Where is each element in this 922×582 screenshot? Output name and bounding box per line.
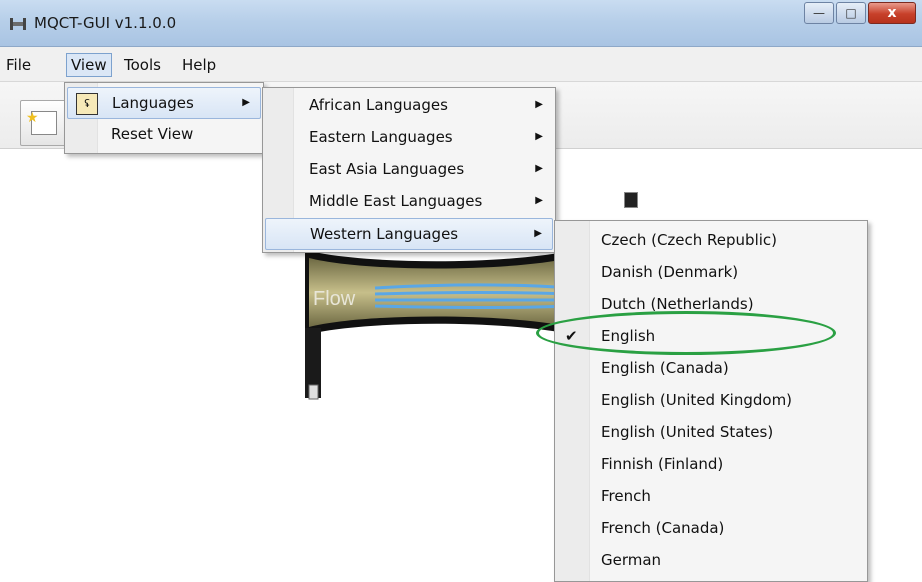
menu-item-languages[interactable]: ʢ Languages ▶ bbox=[67, 87, 261, 119]
new-document-icon bbox=[26, 110, 57, 135]
node-connector bbox=[624, 192, 638, 208]
close-button[interactable]: x bbox=[868, 2, 916, 24]
window-controls: — □ x bbox=[802, 2, 916, 24]
western-languages-submenu: Czech (Czech Republic) Danish (Denmark) … bbox=[554, 220, 868, 582]
chevron-right-icon: ▶ bbox=[535, 131, 543, 142]
menu-bar: File View Tools Help bbox=[0, 47, 922, 82]
app-icon bbox=[10, 18, 26, 30]
chevron-right-icon: ▶ bbox=[534, 228, 542, 239]
language-item[interactable]: German bbox=[557, 545, 865, 575]
language-item[interactable]: Czech (Czech Republic) bbox=[557, 225, 865, 255]
menu-item-western-languages[interactable]: Western Languages ▶ bbox=[265, 218, 553, 250]
languages-icon: ʢ bbox=[76, 93, 98, 115]
flow-graphic: Flow bbox=[305, 250, 575, 400]
app-window: MQCT-GUI v1.1.0.0 — □ x File View Tools … bbox=[0, 0, 922, 582]
menu-item-eastern-languages[interactable]: Eastern Languages ▶ bbox=[265, 122, 553, 152]
menu-help[interactable]: Help bbox=[178, 54, 220, 76]
language-item[interactable]: French (Canada) bbox=[557, 513, 865, 543]
menu-item-reset-view[interactable]: Reset View bbox=[67, 119, 261, 149]
window-title: MQCT-GUI v1.1.0.0 bbox=[34, 14, 177, 32]
view-menu: ʢ Languages ▶ Reset View bbox=[64, 82, 264, 154]
maximize-button[interactable]: □ bbox=[836, 2, 866, 24]
language-item[interactable]: French bbox=[557, 481, 865, 511]
language-item[interactable]: Finnish (Finland) bbox=[557, 449, 865, 479]
menu-item-african-languages[interactable]: African Languages ▶ bbox=[265, 90, 553, 120]
minimize-button[interactable]: — bbox=[804, 2, 834, 24]
languages-submenu: African Languages ▶ Eastern Languages ▶ … bbox=[262, 87, 556, 253]
chevron-right-icon: ▶ bbox=[242, 97, 250, 108]
language-item[interactable]: English (United Kingdom) bbox=[557, 385, 865, 415]
chevron-right-icon: ▶ bbox=[535, 195, 543, 206]
chevron-right-icon: ▶ bbox=[535, 163, 543, 174]
annotation-ellipse bbox=[536, 311, 836, 355]
menu-item-middle-east-languages[interactable]: Middle East Languages ▶ bbox=[265, 186, 553, 216]
language-item[interactable]: Danish (Denmark) bbox=[557, 257, 865, 287]
menu-view[interactable]: View bbox=[66, 53, 112, 77]
chevron-right-icon: ▶ bbox=[535, 99, 543, 110]
menu-tools[interactable]: Tools bbox=[120, 54, 165, 76]
title-bar: MQCT-GUI v1.1.0.0 — □ x bbox=[0, 0, 922, 47]
menu-item-east-asia-languages[interactable]: East Asia Languages ▶ bbox=[265, 154, 553, 184]
flow-label: Flow bbox=[313, 288, 356, 310]
language-item[interactable]: English (United States) bbox=[557, 417, 865, 447]
menu-file[interactable]: File bbox=[2, 54, 35, 76]
language-item[interactable]: English (Canada) bbox=[557, 353, 865, 383]
